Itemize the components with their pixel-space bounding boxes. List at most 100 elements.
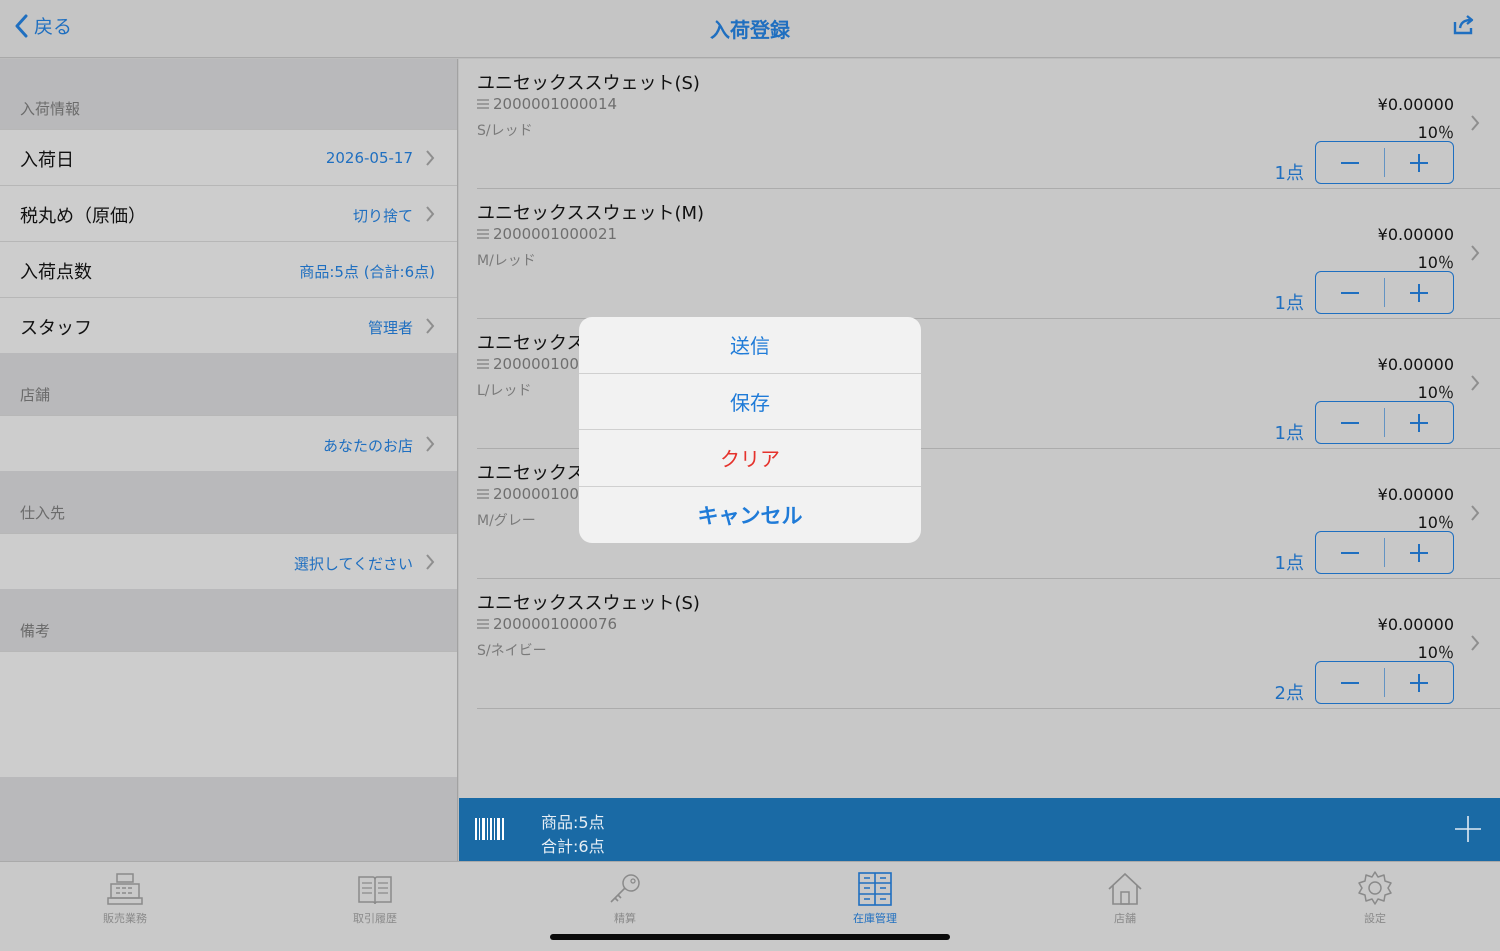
home-indicator[interactable] xyxy=(550,934,950,940)
arrival-count-row: 入荷点数 商品:5点 (合計:6点) xyxy=(0,241,457,297)
share-icon xyxy=(1453,15,1474,35)
barcode-scan-button[interactable] xyxy=(475,818,505,844)
minus-icon xyxy=(1341,681,1359,684)
row-label: 税丸め（原価） xyxy=(20,206,146,227)
section-header-supplier: 仕入先 xyxy=(0,471,457,533)
register-icon xyxy=(107,873,143,905)
item-code-text: 2000001000014 xyxy=(493,95,618,113)
decrement-button[interactable] xyxy=(1316,142,1384,183)
item-code: 2000001000 xyxy=(477,355,588,373)
item-code-text: 2000001000076 xyxy=(493,615,618,633)
supplier-row[interactable]: 選択してください xyxy=(0,533,457,589)
quantity-stepper xyxy=(1315,661,1454,704)
arrival-date-row[interactable]: 入荷日 2026-05-17 xyxy=(0,129,457,185)
increment-button[interactable] xyxy=(1385,662,1453,703)
list-item[interactable]: ユニセックススウェット(M) 2000001000021 M/レッド ¥0.00000… xyxy=(477,189,1500,319)
row-label: スタッフ xyxy=(20,318,92,339)
decrement-button[interactable] xyxy=(1316,532,1384,573)
item-tax: 10％ xyxy=(1417,513,1454,532)
quantity-stepper xyxy=(1315,271,1454,314)
stepper-divider xyxy=(1384,278,1385,307)
item-name: ユニセックス xyxy=(477,333,585,354)
minus-icon xyxy=(1341,551,1359,554)
item-variant: L/レッド xyxy=(477,383,532,399)
summary-total: 合計:6点 xyxy=(541,837,605,856)
increment-button[interactable] xyxy=(1385,142,1453,183)
book-icon xyxy=(358,876,392,905)
staff-row[interactable]: スタッフ 管理者 xyxy=(0,297,457,353)
chevron-right-icon xyxy=(426,554,435,570)
item-code: 2000001000021 xyxy=(477,225,617,243)
barcode-lines-icon xyxy=(477,99,489,109)
house-icon xyxy=(1108,872,1142,905)
increment-button[interactable] xyxy=(1385,272,1453,313)
item-quantity: 1点 xyxy=(1274,553,1304,574)
stepper-divider xyxy=(1384,538,1385,567)
store-row[interactable]: あなたのお店 xyxy=(0,415,457,471)
barcode-lines-icon xyxy=(477,489,489,499)
page-title: 入荷登録 xyxy=(710,18,790,42)
gear-icon xyxy=(1358,871,1392,905)
increment-button[interactable] xyxy=(1385,402,1453,443)
chevron-right-icon xyxy=(426,436,435,452)
clear-button[interactable]: クリア xyxy=(579,430,921,487)
arrival-count-value: 商品:5点 (合計:6点) xyxy=(299,263,435,281)
inventory-icon xyxy=(858,872,892,906)
tab-sales[interactable]: 販売業務 xyxy=(55,868,195,926)
item-code: 2000001000 xyxy=(477,485,588,503)
add-item-button[interactable] xyxy=(1454,815,1482,847)
increment-button[interactable] xyxy=(1385,532,1453,573)
row-label: 入荷点数 xyxy=(20,262,92,283)
item-tax: 10％ xyxy=(1417,383,1454,402)
item-price: ¥0.00000 xyxy=(1377,225,1454,244)
item-tax: 10％ xyxy=(1417,123,1454,142)
item-name: ユニセックススウェット(M) xyxy=(477,203,705,224)
tab-label: 販売業務 xyxy=(103,912,147,925)
chevron-right-icon xyxy=(1471,375,1480,391)
tab-store[interactable]: 店舗 xyxy=(1055,868,1195,926)
list-item[interactable]: ユニセックススウェット(S) 2000001000014 S/レッド ¥0.00000… xyxy=(477,59,1500,189)
plus-icon xyxy=(1410,673,1428,692)
item-quantity: 1点 xyxy=(1274,293,1304,314)
decrement-button[interactable] xyxy=(1316,662,1384,703)
item-code: 2000001000014 xyxy=(477,95,617,113)
item-quantity: 1点 xyxy=(1274,163,1304,184)
item-variant: S/ネイビー xyxy=(477,643,547,659)
item-code-text: 2000001000 xyxy=(493,355,589,373)
tab-settlement[interactable]: 精算 xyxy=(555,868,695,926)
item-quantity: 1点 xyxy=(1274,423,1304,444)
save-button[interactable]: 保存 xyxy=(579,374,921,430)
decrement-button[interactable] xyxy=(1316,272,1384,313)
decrement-button[interactable] xyxy=(1316,402,1384,443)
barcode-lines-icon xyxy=(477,619,489,629)
summary-bar: 商品:5点 合計:6点 xyxy=(459,798,1500,861)
item-tax: 10％ xyxy=(1417,253,1454,272)
item-variant: S/レッド xyxy=(477,123,533,139)
quantity-stepper xyxy=(1315,531,1454,574)
cancel-button[interactable]: キャンセル xyxy=(579,487,921,544)
stepper-divider xyxy=(1384,408,1385,437)
chevron-right-icon xyxy=(426,318,435,334)
list-item[interactable]: ユニセックススウェット(S) 2000001000076 S/ネイビー ¥0.0000… xyxy=(477,579,1500,709)
section-title: 入荷情報 xyxy=(20,100,81,118)
chevron-right-icon xyxy=(426,206,435,222)
tab-inventory[interactable]: 在庫管理 xyxy=(805,868,945,926)
item-price: ¥0.00000 xyxy=(1377,485,1454,504)
key-icon xyxy=(610,874,640,903)
tab-history[interactable]: 取引履歴 xyxy=(305,868,445,926)
tax-rounding-row[interactable]: 税丸め（原価） 切り捨て xyxy=(0,185,457,241)
section-title: 備考 xyxy=(20,622,51,640)
item-quantity: 2点 xyxy=(1274,683,1304,704)
send-button[interactable]: 送信 xyxy=(579,317,921,374)
item-price: ¥0.00000 xyxy=(1377,615,1454,634)
minus-icon xyxy=(1341,291,1359,294)
tab-settings[interactable]: 設定 xyxy=(1305,868,1445,926)
notes-textarea[interactable] xyxy=(0,651,457,777)
section-header-notes: 備考 xyxy=(0,589,457,651)
item-code-text: 2000001000021 xyxy=(493,225,618,243)
barcode-lines-icon xyxy=(477,229,489,239)
item-price: ¥0.00000 xyxy=(1377,355,1454,374)
chevron-right-icon xyxy=(1471,115,1480,131)
chevron-right-icon xyxy=(1471,635,1480,651)
share-button[interactable] xyxy=(1452,14,1476,40)
